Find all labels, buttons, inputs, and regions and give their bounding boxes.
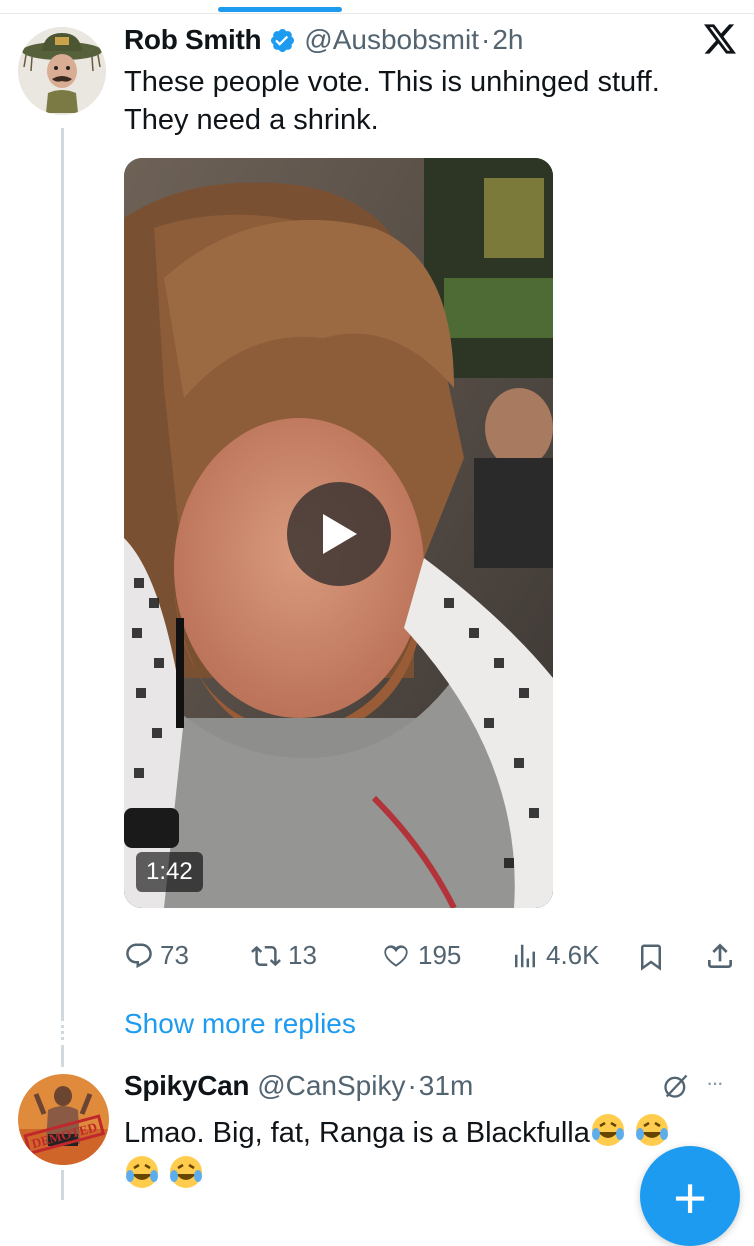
grok-icon[interactable] bbox=[662, 1072, 690, 1100]
verified-badge-icon bbox=[271, 28, 295, 52]
tweet-header: Rob Smith @Ausbobsmit · 2h bbox=[124, 22, 524, 58]
thread-connector-line-3 bbox=[61, 1170, 64, 1200]
laughing-emoji-icon bbox=[635, 1114, 668, 1146]
reply-count: 73 bbox=[160, 940, 189, 970]
more-icon[interactable]: ··· bbox=[706, 1070, 724, 1096]
tweet-text-line-2: They need a shrink. bbox=[124, 104, 379, 136]
compose-button[interactable]: + bbox=[640, 1146, 740, 1246]
avatar[interactable] bbox=[18, 27, 106, 115]
reply-icon bbox=[126, 943, 152, 968]
tweet-text: These people vote. This is unhinged stuf… bbox=[124, 63, 734, 139]
reply-separator-dot: · bbox=[407, 1070, 417, 1101]
top-tab-indicator bbox=[218, 7, 342, 12]
bookmark-icon[interactable] bbox=[636, 942, 666, 972]
x-logo-icon bbox=[704, 24, 736, 54]
reply-avatar[interactable]: DEMOTED bbox=[18, 1074, 109, 1165]
reply-header: SpikyCan @CanSpiky · 31m bbox=[124, 1068, 473, 1104]
views-icon bbox=[515, 944, 535, 967]
show-more-replies-link[interactable]: Show more replies bbox=[124, 1008, 356, 1040]
video-duration: 1:42 bbox=[136, 852, 203, 892]
views-action[interactable]: 4.6K bbox=[510, 940, 600, 971]
reply-text-content: Lmao. Big, fat, Ranga is a Blackfulla bbox=[124, 1117, 590, 1149]
laughing-emoji-icon bbox=[126, 1156, 158, 1188]
reply-author-handle[interactable]: @CanSpiky bbox=[257, 1070, 405, 1102]
reply-text: Lmao. Big, fat, Ranga is a Blackfulla bbox=[124, 1112, 724, 1194]
views-count: 4.6K bbox=[546, 940, 600, 970]
play-icon bbox=[323, 514, 357, 554]
repost-count: 13 bbox=[288, 940, 317, 970]
reply-author-name[interactable]: SpikyCan bbox=[124, 1070, 250, 1102]
author-name[interactable]: Rob Smith bbox=[124, 24, 262, 56]
separator-dot: · bbox=[481, 24, 491, 55]
like-count: 195 bbox=[418, 940, 462, 970]
laughing-emoji-icon bbox=[170, 1156, 202, 1188]
like-icon bbox=[384, 944, 408, 967]
compose-plus-icon: + bbox=[673, 1166, 707, 1231]
tweet-timestamp[interactable]: 2h bbox=[492, 24, 523, 56]
thread-connector-line-2 bbox=[61, 1045, 64, 1067]
play-button[interactable] bbox=[287, 482, 391, 586]
repost-action[interactable]: 13 bbox=[250, 940, 317, 971]
thread-connector-line bbox=[61, 128, 64, 1018]
like-action[interactable]: 195 bbox=[380, 940, 461, 971]
tweet-text-line-1: These people vote. This is unhinged stuf… bbox=[124, 66, 660, 98]
laughing-emoji-icon bbox=[591, 1114, 624, 1146]
share-icon[interactable] bbox=[704, 940, 736, 972]
top-divider bbox=[0, 13, 754, 14]
thread-connector-dotted bbox=[61, 1018, 67, 1040]
reply-timestamp[interactable]: 31m bbox=[419, 1070, 473, 1102]
repost-icon bbox=[251, 945, 281, 966]
tweet-video[interactable]: 1:42 bbox=[124, 158, 553, 908]
reply-action[interactable]: 73 bbox=[124, 940, 189, 971]
author-handle[interactable]: @Ausbobsmit bbox=[304, 24, 479, 56]
